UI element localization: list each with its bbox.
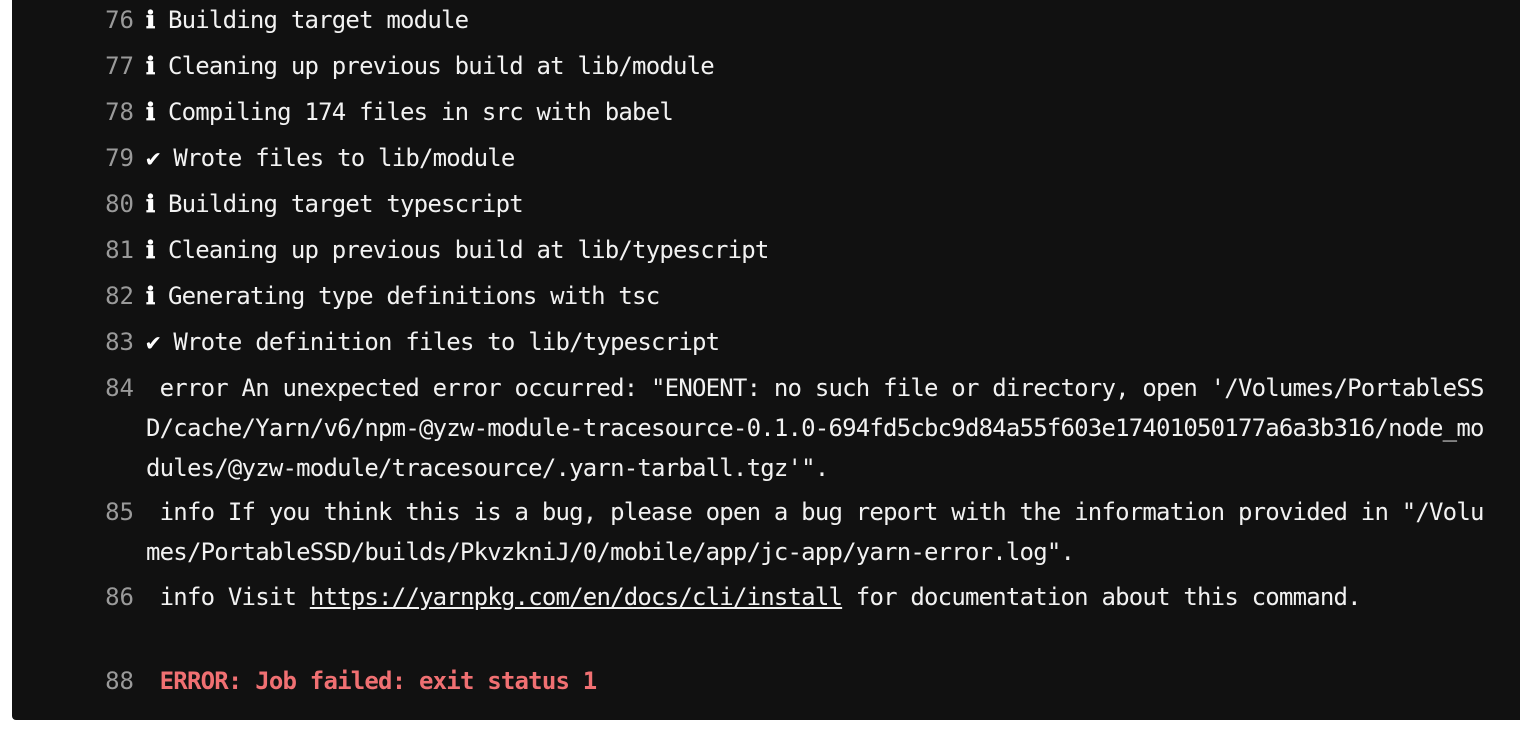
- log-line-86: 86 info Visit https://yarnpkg.com/en/doc…: [12, 577, 1520, 617]
- log-text: Wrote files to lib/module: [173, 144, 515, 172]
- job-failed-message: ERROR: Job failed: exit status 1: [146, 667, 598, 695]
- line-number[interactable]: 81: [12, 230, 134, 270]
- log-info-text: info Visit https://yarnpkg.com/en/docs/c…: [146, 577, 1491, 617]
- log-line-84: 84 error An unexpected error occurred: "…: [12, 368, 1520, 488]
- log-line-content: ℹ Cleaning up previous build at lib/modu…: [146, 46, 1491, 86]
- log-line-78: 78 ℹ Compiling 174 files in src with bab…: [12, 92, 1520, 132]
- log-line-content: ✔ Wrote definition files to lib/typescri…: [146, 322, 1491, 362]
- line-number[interactable]: 80: [12, 184, 134, 224]
- log-text: Cleaning up previous build at lib/module: [167, 52, 715, 80]
- log-error-text: error An unexpected error occurred: "ENO…: [146, 374, 1484, 482]
- log-line-content: ℹ Generating type definitions with tsc: [146, 276, 1491, 316]
- line-number[interactable]: 76: [12, 0, 134, 40]
- log-line-content: ℹ Compiling 174 files in src with babel: [146, 92, 1491, 132]
- line-number[interactable]: 82: [12, 276, 134, 316]
- log-line-77: 77 ℹ Cleaning up previous build at lib/m…: [12, 46, 1520, 86]
- log-text: Building target typescript: [167, 190, 524, 218]
- checkmark-icon: ✔: [146, 144, 160, 172]
- log-info-text: info If you think this is a bug, please …: [146, 498, 1484, 566]
- line-number[interactable]: 77: [12, 46, 134, 86]
- log-line-80: 80 ℹ Building target typescript: [12, 184, 1520, 224]
- log-line-82: 82 ℹ Generating type definitions with ts…: [12, 276, 1520, 316]
- job-log-panel: 76 ℹ Building target module 77 ℹ Cleanin…: [12, 0, 1520, 720]
- line-number[interactable]: 85: [12, 492, 134, 532]
- log-text-suffix: for documentation about this command.: [842, 583, 1362, 611]
- line-number[interactable]: 84: [12, 368, 134, 408]
- docs-link[interactable]: https://yarnpkg.com/en/docs/cli/install: [310, 583, 843, 611]
- log-line-88: 88 ERROR: Job failed: exit status 1: [12, 661, 1520, 701]
- info-icon: ℹ: [146, 282, 155, 310]
- log-line-85: 85 info If you think this is a bug, plea…: [12, 492, 1520, 572]
- log-line-content: ℹ Cleaning up previous build at lib/type…: [146, 230, 1491, 270]
- line-number[interactable]: 83: [12, 322, 134, 362]
- info-icon: ℹ: [146, 52, 155, 80]
- line-number[interactable]: 79: [12, 138, 134, 178]
- log-line-content: ℹ Building target module: [146, 0, 1491, 40]
- log-line-76: 76 ℹ Building target module: [12, 0, 1520, 40]
- log-text: Cleaning up previous build at lib/typesc…: [167, 236, 769, 264]
- checkmark-icon: ✔: [146, 328, 160, 356]
- line-number[interactable]: 78: [12, 92, 134, 132]
- info-icon: ℹ: [146, 98, 155, 126]
- log-text: Wrote definition files to lib/typescript: [173, 328, 720, 356]
- log-line-content: ✔ Wrote files to lib/module: [146, 138, 1491, 178]
- log-line-79: 79 ✔ Wrote files to lib/module: [12, 138, 1520, 178]
- log-line-83: 83 ✔ Wrote definition files to lib/types…: [12, 322, 1520, 362]
- info-icon: ℹ: [146, 6, 155, 34]
- info-icon: ℹ: [146, 236, 155, 264]
- log-text-prefix: info Visit: [146, 583, 310, 611]
- info-icon: ℹ: [146, 190, 155, 218]
- log-text: Building target module: [167, 6, 469, 34]
- log-line-content: ℹ Building target typescript: [146, 184, 1491, 224]
- log-text: Compiling 174 files in src with babel: [167, 98, 674, 126]
- line-number[interactable]: 88: [12, 661, 134, 701]
- log-text: Generating type definitions with tsc: [167, 282, 660, 310]
- line-number[interactable]: 86: [12, 577, 134, 617]
- log-line-81: 81 ℹ Cleaning up previous build at lib/t…: [12, 230, 1520, 270]
